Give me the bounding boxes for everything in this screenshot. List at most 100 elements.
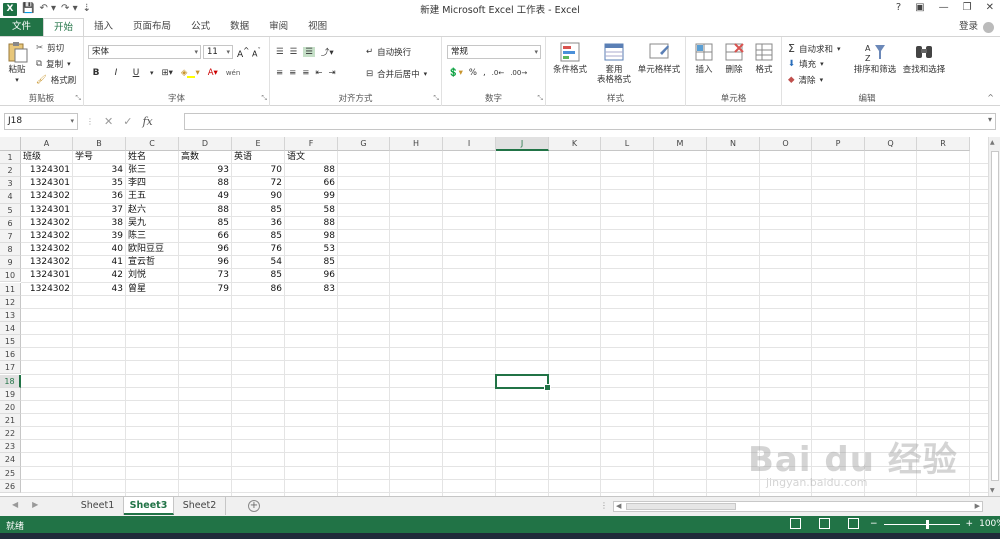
column-header-n[interactable]: N [707,137,760,151]
help-icon[interactable]: ? [896,2,901,13]
row-header-22[interactable]: 22 [0,427,21,441]
cell-d8[interactable]: 96 [179,243,231,256]
cell-f11[interactable]: 83 [285,283,337,296]
zoom-knob[interactable] [925,519,929,529]
row-header-6[interactable]: 6 [0,216,21,230]
cell-a1[interactable]: 班级 [21,151,72,164]
shrink-font-button[interactable]: Aˇ [252,47,261,59]
cell-c6[interactable]: 吴九 [126,217,178,230]
clear-button[interactable]: ◆ 清除 ▾ [788,74,823,86]
cell-d5[interactable]: 88 [179,204,231,217]
row-header-2[interactable]: 2 [0,164,21,178]
redo-icon[interactable]: ↷ ▾ [61,3,78,15]
cell-b7[interactable]: 39 [73,230,125,243]
normal-view-icon[interactable] [790,518,801,529]
cell-d9[interactable]: 96 [179,256,231,269]
cell-f1[interactable]: 语文 [285,151,337,164]
cell-b9[interactable]: 41 [73,256,125,269]
sheet-tab-sheet3[interactable]: Sheet3 [124,497,174,515]
cell-b2[interactable]: 34 [73,164,125,177]
phonetic-icon[interactable]: wén [226,69,240,77]
cell-e5[interactable]: 85 [232,204,284,217]
expand-formula-icon[interactable]: ▾ [988,115,992,124]
cell-e10[interactable]: 85 [232,269,284,282]
name-box[interactable]: J18 ▾ [4,113,78,130]
cell-a2[interactable]: 1324301 [21,164,72,177]
cell-f3[interactable]: 66 [285,177,337,190]
cell-a11[interactable]: 1324302 [21,283,72,296]
row-header-17[interactable]: 17 [0,361,21,375]
scroll-left-icon[interactable]: ◀ [616,502,621,510]
cell-c10[interactable]: 刘悦 [126,269,178,282]
cell-b10[interactable]: 42 [73,269,125,282]
font-color-icon[interactable]: A▾ [208,68,218,78]
cell-e11[interactable]: 86 [232,283,284,296]
enter-icon[interactable]: ✓ [123,113,132,130]
tab-home[interactable]: 开始 [43,18,85,36]
login-link[interactable]: 登录 [959,18,978,36]
tab-split-handle[interactable]: ⋮ [600,501,608,510]
cell-f4[interactable]: 99 [285,190,337,203]
fill-color-icon[interactable]: ◈ ▾ [181,68,200,78]
cell-c9[interactable]: 宣云哲 [126,256,178,269]
cell-a10[interactable]: 1324301 [21,269,72,282]
row-header-1[interactable]: 1 [0,151,21,165]
cell-e9[interactable]: 54 [232,256,284,269]
cell-d1[interactable]: 高数 [179,151,231,164]
tab-file[interactable]: 文件 [0,18,44,36]
cell-c11[interactable]: 曾星 [126,283,178,296]
column-header-m[interactable]: M [654,137,707,151]
row-header-7[interactable]: 7 [0,229,21,243]
tab-review[interactable]: 审阅 [259,18,298,36]
row-header-21[interactable]: 21 [0,414,21,428]
cell-e8[interactable]: 76 [232,243,284,256]
paste-button[interactable]: 粘贴 ▾ [6,41,28,85]
column-header-f[interactable]: F [285,137,338,151]
scroll-down-icon[interactable]: ▼ [990,487,995,494]
prev-sheet-icon[interactable]: ◀ [12,500,18,509]
cell-c4[interactable]: 王五 [126,190,178,203]
dialog-launcher-icon[interactable]: ⤡ [261,94,267,103]
conditional-format-button[interactable]: 条件格式 [550,41,590,75]
align-middle-icon[interactable]: ☰ [290,47,298,57]
column-header-h[interactable]: H [390,137,443,151]
formula-input[interactable]: ▾ [184,113,996,130]
column-header-g[interactable]: G [338,137,390,151]
cell-d2[interactable]: 93 [179,164,231,177]
column-header-i[interactable]: I [443,137,496,151]
grow-font-button[interactable]: A^ [237,46,249,60]
dialog-launcher-icon[interactable]: ⤡ [537,94,543,103]
column-header-b[interactable]: B [73,137,126,151]
cell-c7[interactable]: 陈三 [126,230,178,243]
cell-f10[interactable]: 96 [285,269,337,282]
autosum-button[interactable]: Σ 自动求和 ▾ [788,42,840,55]
row-header-23[interactable]: 23 [0,440,21,454]
row-header-19[interactable]: 19 [0,387,21,401]
cell-b1[interactable]: 学号 [73,151,125,164]
underline-button[interactable]: U [130,68,142,78]
vertical-scrollbar[interactable]: ▲ ▼ [988,137,1000,496]
column-header-q[interactable]: Q [865,137,917,151]
zoom-level[interactable]: 100% [979,519,1000,529]
cell-d6[interactable]: 85 [179,217,231,230]
cell-a5[interactable]: 1324301 [21,204,72,217]
cell-c8[interactable]: 欧阳豆豆 [126,243,178,256]
row-header-18[interactable]: 18 [0,374,21,388]
row-header-3[interactable]: 3 [0,177,21,191]
align-right-icon[interactable]: ≡ [302,68,309,78]
cell-a9[interactable]: 1324302 [21,256,72,269]
row-header-15[interactable]: 15 [0,335,21,349]
customize-icon[interactable]: ⇣ [83,3,91,15]
row-header-5[interactable]: 5 [0,203,21,217]
column-header-r[interactable]: R [917,137,970,151]
cell-b6[interactable]: 38 [73,217,125,230]
cell-d7[interactable]: 66 [179,230,231,243]
close-icon[interactable]: ✕ [986,2,994,13]
font-name-select[interactable]: 宋体 ▾ [88,45,201,59]
row-header-8[interactable]: 8 [0,243,21,257]
find-select-button[interactable]: 查找和选择 [900,41,948,75]
row-header-14[interactable]: 14 [0,321,21,336]
row-header-20[interactable]: 20 [0,400,21,414]
cell-f5[interactable]: 58 [285,204,337,217]
spreadsheet-grid[interactable]: A B C D E F G H I J K L M N O P Q R 1 2 3 4 5 6 7 8 9 10 11 12 13 14 15 1… [0,137,988,496]
